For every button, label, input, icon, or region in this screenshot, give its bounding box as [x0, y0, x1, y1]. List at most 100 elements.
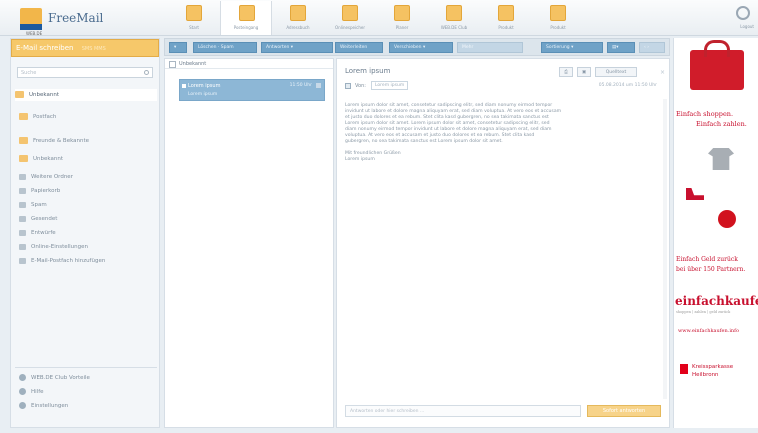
logo[interactable]: FreeMail WEB.DE: [20, 8, 140, 36]
spam-label: Spam: [220, 45, 234, 50]
sidebar-item-add-postfach[interactable]: E-Mail-Postfach hinzufügen: [19, 255, 153, 267]
view-toggle-button[interactable]: ▤▾: [607, 42, 635, 53]
sort-label: Sortierung: [546, 45, 570, 50]
scrollbar[interactable]: [663, 99, 667, 399]
sidebar-settings-link[interactable]: Einstellungen: [19, 401, 68, 411]
folder-label: Unbekannt: [29, 92, 59, 98]
ad-line-4: bei über 150 Partnern.: [676, 266, 746, 273]
quick-reply-button[interactable]: Sofort antworten: [587, 405, 661, 417]
club-icon: [446, 5, 462, 21]
ad-brand: einfachkaufen: [675, 294, 758, 308]
settings-label: Einstellungen: [31, 403, 69, 409]
logout-label[interactable]: Logout: [740, 24, 754, 29]
flag-icon[interactable]: [316, 83, 321, 88]
move-label: Verschieben: [394, 45, 422, 50]
compose-extra[interactable]: SMS MMS: [82, 46, 106, 52]
row-subject: Lorem ipsum: [188, 92, 218, 97]
nav-addressbook[interactable]: Adressbuch: [272, 1, 324, 35]
sidebar-item-papierkorb[interactable]: Papierkorb: [19, 185, 153, 197]
logo-text: FreeMail: [48, 11, 104, 25]
folder-icon: [19, 155, 28, 162]
nav-product-2[interactable]: Produkt: [532, 1, 584, 35]
sort-button[interactable]: Sortierung ▾: [541, 42, 603, 53]
from-chip[interactable]: Lorem ipsum: [371, 81, 409, 90]
sidebar-item-unbekannt[interactable]: Unbekannt: [15, 89, 157, 101]
nav-club[interactable]: WEB.DE Club: [428, 1, 480, 35]
trash-icon: [19, 187, 26, 194]
toolbar: ▾ Löschen · Spam Antworten ▾ Weiterleite…: [164, 38, 670, 56]
product-icon: [498, 5, 514, 21]
nav-planner[interactable]: Planer: [376, 1, 428, 35]
source-button[interactable]: Quelltext: [595, 67, 637, 77]
sidebar-item-weitere[interactable]: Weitere Ordner: [19, 171, 153, 183]
folder-label: Weitere Ordner: [31, 174, 73, 180]
logo-sub: WEB.DE: [26, 31, 43, 36]
club-icon: [19, 374, 26, 381]
sidebar-item-spam[interactable]: Spam: [19, 199, 153, 211]
more-button[interactable]: Mehr: [457, 42, 523, 53]
home-icon: [186, 5, 202, 21]
search-icon[interactable]: [144, 70, 149, 75]
shopping-bag-icon: [690, 40, 744, 90]
ad-line-3: Einfach Geld zurück: [676, 256, 738, 263]
close-icon[interactable]: ×: [660, 69, 665, 76]
shoe-icon: [686, 188, 704, 200]
select-all-checkbox[interactable]: ▾: [169, 42, 187, 53]
settings-folder-icon: [19, 243, 26, 250]
folder-icon: [19, 137, 28, 144]
logo-icon: [20, 8, 42, 30]
sidebar-item-entwuerfe[interactable]: Entwürfe: [19, 227, 153, 239]
folder-label: Freunde & Bekannte: [33, 138, 90, 144]
ad-banner[interactable]: Einfach shoppen. Einfach zahlen. Einfach…: [673, 38, 758, 428]
nav-product[interactable]: Produkt: [480, 1, 532, 35]
list-header[interactable]: Unbekannt: [165, 59, 333, 69]
folder-icon: [19, 113, 28, 120]
sidebar-club-link[interactable]: WEB.DE Club Vorteile: [19, 373, 90, 383]
list-item[interactable]: Lorem ipsum 11:50 Uhr Lorem ipsum: [179, 79, 325, 101]
sidebar-item-online-einstellungen[interactable]: Online-Einstellungen: [19, 241, 153, 253]
sidebar-help-link[interactable]: Hilfe: [19, 387, 44, 397]
folder-label: Postfach: [33, 114, 57, 120]
nav-inbox[interactable]: Posteingang: [220, 1, 272, 35]
reply-label: Antworten: [266, 45, 290, 50]
folder-label: Spam: [31, 202, 47, 208]
move-button[interactable]: Verschieben ▾: [389, 42, 453, 53]
sparkasse-logo-icon: [680, 364, 688, 374]
pager-button[interactable]: ‹ ›: [639, 42, 665, 53]
wrench-icon: [19, 402, 26, 409]
sidebar: E-Mail schreiben SMS MMS Suche Unbekannt…: [10, 38, 160, 428]
message-list: Unbekannt Lorem ipsum 11:50 Uhr Lorem ip…: [164, 58, 334, 428]
ad-line-1: Einfach shoppen.: [676, 110, 734, 118]
sidebar-item-postfach[interactable]: Postfach: [19, 111, 153, 123]
purse-icon: [718, 210, 736, 228]
nav-start[interactable]: Start: [168, 1, 220, 35]
nav-label: Produkt: [498, 25, 514, 30]
quick-reply-input[interactable]: Antworten oder hier schreiben ...: [345, 405, 581, 417]
sidebar-item-unbekannt-2[interactable]: Unbekannt: [19, 153, 153, 165]
forward-label: Weiterleiten: [340, 45, 368, 50]
message-subject: Lorem ipsum: [345, 67, 391, 75]
search-input[interactable]: Suche: [17, 67, 153, 78]
print-button[interactable]: ⎙: [559, 67, 573, 77]
reading-pane: Lorem ipsum ⎙ ▣ Quelltext × Von: Lorem i…: [336, 58, 670, 428]
planner-icon: [394, 5, 410, 21]
view-button[interactable]: ▣: [577, 67, 591, 77]
spam-icon: [19, 201, 26, 208]
nav-label: Start: [189, 25, 199, 30]
sidebar-item-freunde[interactable]: Freunde & Bekannte: [19, 135, 153, 147]
power-icon[interactable]: [736, 6, 750, 20]
sender-checkbox[interactable]: [345, 83, 351, 89]
nav-label: Adressbuch: [286, 25, 310, 30]
folder-label: Online-Einstellungen: [31, 244, 89, 250]
nav-label: WEB.DE Club: [440, 25, 468, 30]
folder-icon: [15, 91, 24, 98]
nav-label: Onlinespeicher: [335, 25, 365, 30]
forward-button[interactable]: Weiterleiten: [335, 42, 383, 53]
sidebar-item-gesendet[interactable]: Gesendet: [19, 213, 153, 225]
shirt-icon: [708, 148, 734, 170]
row-checkbox[interactable]: [182, 84, 186, 88]
nav-cloud[interactable]: Onlinespeicher: [324, 1, 376, 35]
reply-dropdown-button[interactable]: Antworten ▾: [261, 42, 333, 53]
compose-button[interactable]: E-Mail schreiben SMS MMS: [11, 39, 159, 57]
delete-button[interactable]: Löschen · Spam: [193, 42, 257, 53]
